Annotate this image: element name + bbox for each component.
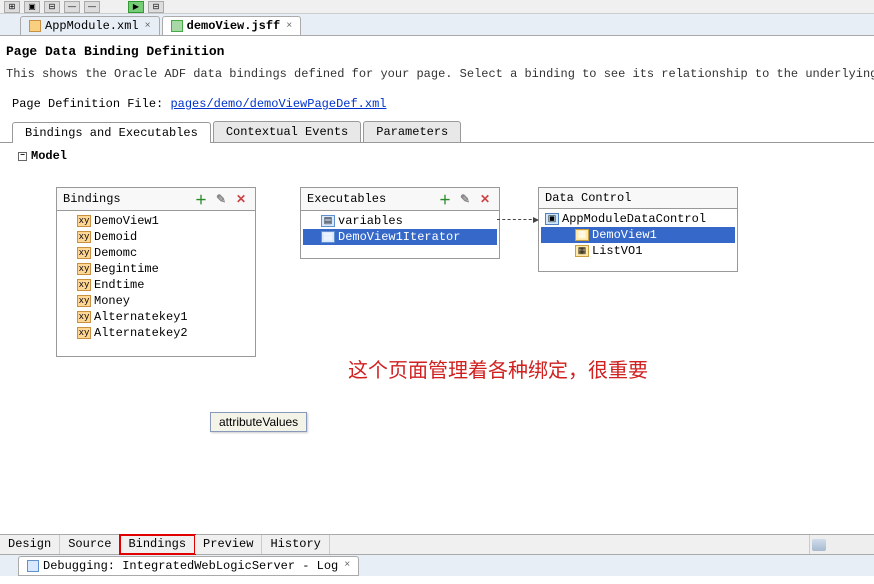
bottom-tab-history[interactable]: History <box>262 535 329 554</box>
bottom-tab-design[interactable]: Design <box>0 535 60 554</box>
sub-tabs: Bindings and Executables Contextual Even… <box>0 121 874 143</box>
binding-item[interactable]: xyDemoView1 <box>59 213 253 229</box>
binding-icon: xy <box>77 263 91 275</box>
binding-icon: xy <box>77 311 91 323</box>
binding-item[interactable]: xyDemoid <box>59 229 253 245</box>
delete-executable-button[interactable]: ✕ <box>477 191 493 207</box>
tab-label: AppModule.xml <box>45 19 139 33</box>
executables-list: ▤variables ▤DemoView1Iterator <box>301 211 499 258</box>
editor-tabs: AppModule.xml × demoView.jsff × <box>0 14 874 36</box>
datacontrol-tree: ▣AppModuleDataControl ▦DemoView1 ▦ListVO… <box>539 209 737 271</box>
debug-log-tab[interactable]: Debugging: IntegratedWebLogicServer - Lo… <box>18 556 359 576</box>
binding-item[interactable]: xyEndtime <box>59 277 253 293</box>
model-section-header[interactable]: − Model <box>0 143 874 169</box>
binding-item[interactable]: xyDemomc <box>59 245 253 261</box>
datacontrol-icon: ▣ <box>545 213 559 225</box>
page-title: Page Data Binding Definition <box>0 36 874 63</box>
view-object-icon: ▦ <box>575 229 589 241</box>
executables-title: Executables <box>307 192 386 206</box>
bindings-list: xyDemoView1 xyDemoid xyDemomc xyBegintim… <box>57 211 255 356</box>
dc-root-item[interactable]: ▣AppModuleDataControl <box>541 211 735 227</box>
bottom-tab-bindings[interactable]: Bindings <box>120 535 195 554</box>
close-icon[interactable]: × <box>145 21 151 32</box>
iterator-icon: ▤ <box>321 231 335 243</box>
tooltip: attributeValues <box>210 412 307 432</box>
subtab-bindings[interactable]: Bindings and Executables <box>12 122 211 143</box>
bindings-panel: Bindings ＋ ✎ ✕ xyDemoView1 xyDemoid xyDe… <box>56 187 256 357</box>
model-label: Model <box>31 149 67 163</box>
top-toolbar: ⊞ ▣ ⊟ — — ▶ ⊟ <box>0 0 874 14</box>
binding-icon: xy <box>77 215 91 227</box>
binding-icon: xy <box>77 327 91 339</box>
tab-label: demoView.jsff <box>187 19 281 33</box>
executable-item[interactable]: ▤variables <box>303 213 497 229</box>
binding-item[interactable]: xyMoney <box>59 293 253 309</box>
xml-file-icon <box>29 20 41 32</box>
page-def-file-line: Page Definition File: pages/demo/demoVie… <box>0 89 874 121</box>
editor-bottom-tabs: Design Source Bindings Preview History <box>0 534 874 554</box>
log-icon <box>27 560 39 572</box>
relationship-connector <box>497 219 537 220</box>
datacontrol-title: Data Control <box>545 191 631 205</box>
add-binding-button[interactable]: ＋ <box>193 191 209 207</box>
tab-demoview[interactable]: demoView.jsff × <box>162 16 302 35</box>
horizontal-scrollbar[interactable] <box>809 535 874 554</box>
tab-appmodule[interactable]: AppModule.xml × <box>20 16 160 35</box>
page-def-link[interactable]: pages/demo/demoViewPageDef.xml <box>170 97 386 111</box>
binding-icon: xy <box>77 231 91 243</box>
executables-panel: Executables ＋ ✎ ✕ ▤variables ▤DemoView1I… <box>300 187 500 259</box>
toolbar-icon[interactable]: — <box>64 1 80 13</box>
edit-executable-button[interactable]: ✎ <box>457 191 473 207</box>
variables-icon: ▤ <box>321 215 335 227</box>
toolbar-icon[interactable]: ⊞ <box>4 1 20 13</box>
toolbar-icon[interactable]: ⊟ <box>148 1 164 13</box>
datacontrol-panel: Data Control ▣AppModuleDataControl ▦Demo… <box>538 187 738 272</box>
annotation-text: 这个页面管理着各种绑定，很重要 <box>348 354 648 383</box>
binding-item[interactable]: xyAlternatekey2 <box>59 325 253 341</box>
run-icon[interactable]: ▶ <box>128 1 144 13</box>
page-def-label: Page Definition File: <box>12 97 163 111</box>
page-description: This shows the Oracle ADF data bindings … <box>0 63 874 89</box>
subtab-contextual[interactable]: Contextual Events <box>213 121 361 142</box>
edit-binding-button[interactable]: ✎ <box>213 191 229 207</box>
close-icon[interactable]: × <box>286 21 292 32</box>
add-executable-button[interactable]: ＋ <box>437 191 453 207</box>
binding-item[interactable]: xyAlternatekey1 <box>59 309 253 325</box>
delete-binding-button[interactable]: ✕ <box>233 191 249 207</box>
toolbar-icon[interactable]: ⊟ <box>44 1 60 13</box>
jsff-file-icon <box>171 20 183 32</box>
binding-icon: xy <box>77 247 91 259</box>
view-object-icon: ▦ <box>575 245 589 257</box>
toolbar-icon[interactable]: ▣ <box>24 1 40 13</box>
binding-icon: xy <box>77 295 91 307</box>
collapse-icon[interactable]: − <box>18 152 27 161</box>
executable-item-selected[interactable]: ▤DemoView1Iterator <box>303 229 497 245</box>
debug-tab-label: Debugging: IntegratedWebLogicServer - Lo… <box>43 559 338 573</box>
editor-pane: Page Data Binding Definition This shows … <box>0 36 874 554</box>
bottom-tab-source[interactable]: Source <box>60 535 120 554</box>
subtab-parameters[interactable]: Parameters <box>363 121 461 142</box>
binding-item[interactable]: xyBegintime <box>59 261 253 277</box>
debug-tabs-row: Debugging: IntegratedWebLogicServer - Lo… <box>0 554 874 576</box>
toolbar-icon[interactable]: — <box>84 1 100 13</box>
bottom-tab-preview[interactable]: Preview <box>195 535 262 554</box>
bindings-title: Bindings <box>63 192 121 206</box>
dc-child-selected[interactable]: ▦DemoView1 <box>541 227 735 243</box>
binding-icon: xy <box>77 279 91 291</box>
close-icon[interactable]: × <box>344 560 350 571</box>
dc-child-item[interactable]: ▦ListVO1 <box>541 243 735 259</box>
